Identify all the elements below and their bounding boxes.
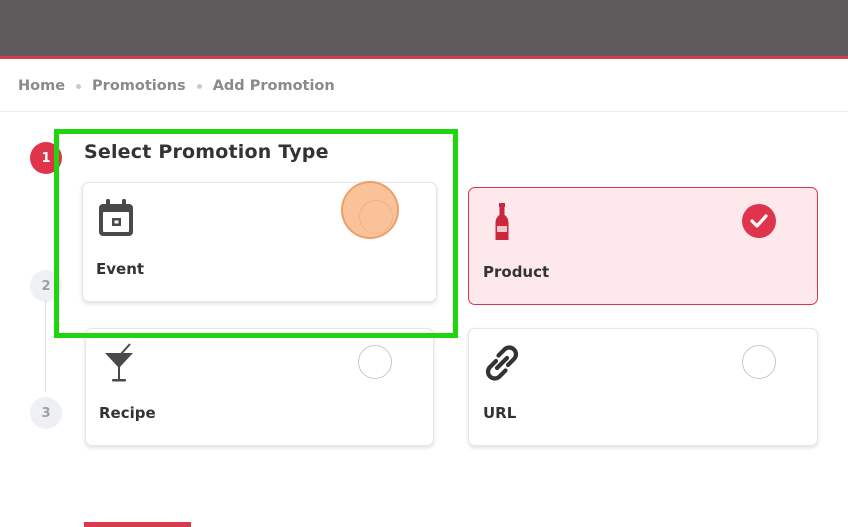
promotion-type-product-card[interactable]: Product <box>468 187 818 305</box>
top-navbar <box>0 0 848 56</box>
highlight-box <box>54 129 458 338</box>
recipe-radio[interactable] <box>358 345 392 379</box>
promotion-type-url-card[interactable]: URL <box>468 328 818 446</box>
recipe-label: Recipe <box>99 404 156 422</box>
promotion-type-recipe-card[interactable]: Recipe <box>85 328 434 446</box>
url-label: URL <box>483 404 517 422</box>
breadcrumb-separator <box>196 83 202 89</box>
breadcrumb-promotions[interactable]: Promotions <box>92 78 186 94</box>
navbar-accent-line <box>0 56 848 59</box>
breadcrumb-divider <box>0 111 848 112</box>
cocktail-glass-icon <box>105 343 133 382</box>
checkmark-icon <box>750 214 768 228</box>
step-3-indicator: 3 <box>30 397 62 429</box>
bottom-tab-indicator <box>84 522 191 527</box>
url-radio[interactable] <box>742 345 776 379</box>
stepper-connector-line <box>45 300 46 392</box>
breadcrumb-home[interactable]: Home <box>18 78 65 94</box>
product-selected-check[interactable] <box>742 204 776 238</box>
breadcrumb-add-promotion: Add Promotion <box>212 78 335 94</box>
wine-bottle-icon <box>495 203 509 240</box>
breadcrumb: Home Promotions Add Promotion <box>18 76 335 96</box>
breadcrumb-separator <box>76 83 82 89</box>
product-label: Product <box>483 263 550 281</box>
link-icon <box>486 345 518 381</box>
